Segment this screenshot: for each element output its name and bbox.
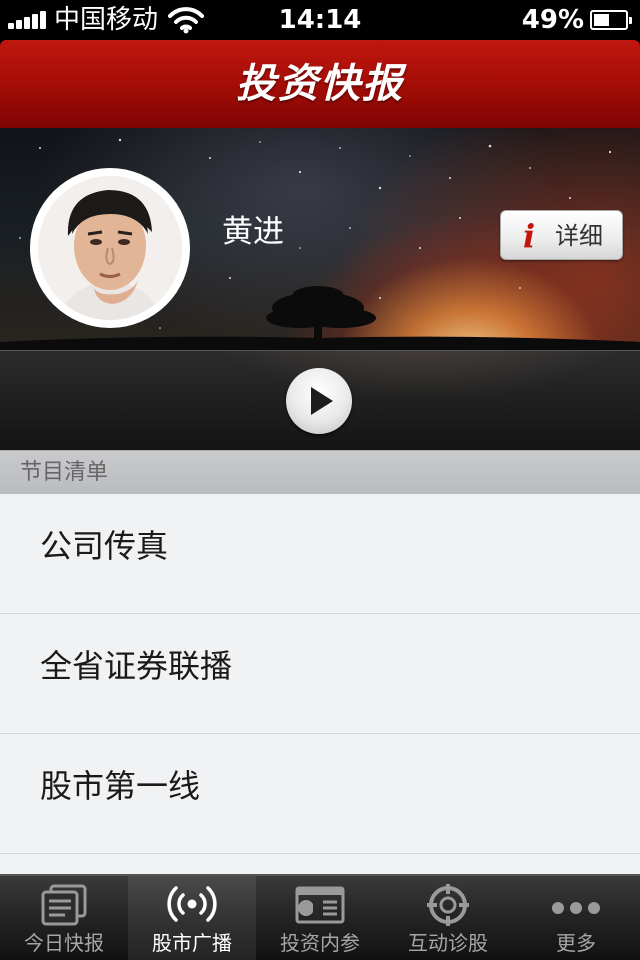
- app-logo: 投资快报: [236, 60, 404, 107]
- battery-icon: [590, 10, 632, 30]
- program-item-label: 公司传真: [40, 527, 169, 565]
- tab-label: 互动诊股: [408, 931, 488, 955]
- battery-level-fill: [594, 14, 609, 26]
- tab-label: 投资内参: [280, 931, 360, 955]
- tab-bar: 今日快报 股市广播 投资内参 互动诊股 更多: [0, 874, 640, 960]
- audio-player-bar: [0, 350, 640, 450]
- target-icon: [427, 884, 469, 926]
- report-icon: [295, 886, 345, 924]
- status-bar: 中国移动 14:14 49%: [0, 0, 640, 40]
- program-item[interactable]: 公司传真: [0, 494, 640, 614]
- program-item[interactable]: 全省证券联播: [0, 614, 640, 734]
- host-name: 黄进: [222, 214, 284, 250]
- tab-interactive-diagnosis[interactable]: 互动诊股: [384, 876, 512, 960]
- program-item-label: 股市第一线: [40, 767, 201, 805]
- tab-more[interactable]: 更多: [512, 876, 640, 960]
- host-banner: 黄进 i 详细: [0, 128, 640, 350]
- host-avatar: [30, 168, 190, 328]
- section-header: 节目清单: [0, 450, 640, 494]
- section-title: 节目清单: [20, 460, 109, 485]
- detail-button[interactable]: i 详细: [500, 210, 623, 260]
- tab-today-news[interactable]: 今日快报: [0, 876, 128, 960]
- tab-label: 股市广播: [152, 931, 232, 955]
- program-item-label: 全省证券联播: [40, 647, 233, 685]
- host-photo: [38, 176, 182, 320]
- more-dots-icon: [552, 902, 600, 914]
- tab-stock-broadcast[interactable]: 股市广播: [128, 876, 256, 960]
- app-header: 投资快报: [0, 40, 640, 128]
- tab-investment-insider[interactable]: 投资内参: [256, 876, 384, 960]
- play-button[interactable]: [286, 368, 352, 434]
- info-icon: i: [523, 217, 536, 255]
- broadcast-icon: [167, 886, 217, 922]
- news-stack-icon: [41, 884, 87, 926]
- program-list: 公司传真 全省证券联播 股市第一线: [0, 494, 640, 874]
- detail-button-label: 详细: [555, 222, 603, 250]
- program-item[interactable]: 股市第一线: [0, 734, 640, 854]
- tab-label: 今日快报: [24, 931, 104, 955]
- battery-percent: 49%: [521, 5, 584, 35]
- tab-label: 更多: [556, 931, 596, 955]
